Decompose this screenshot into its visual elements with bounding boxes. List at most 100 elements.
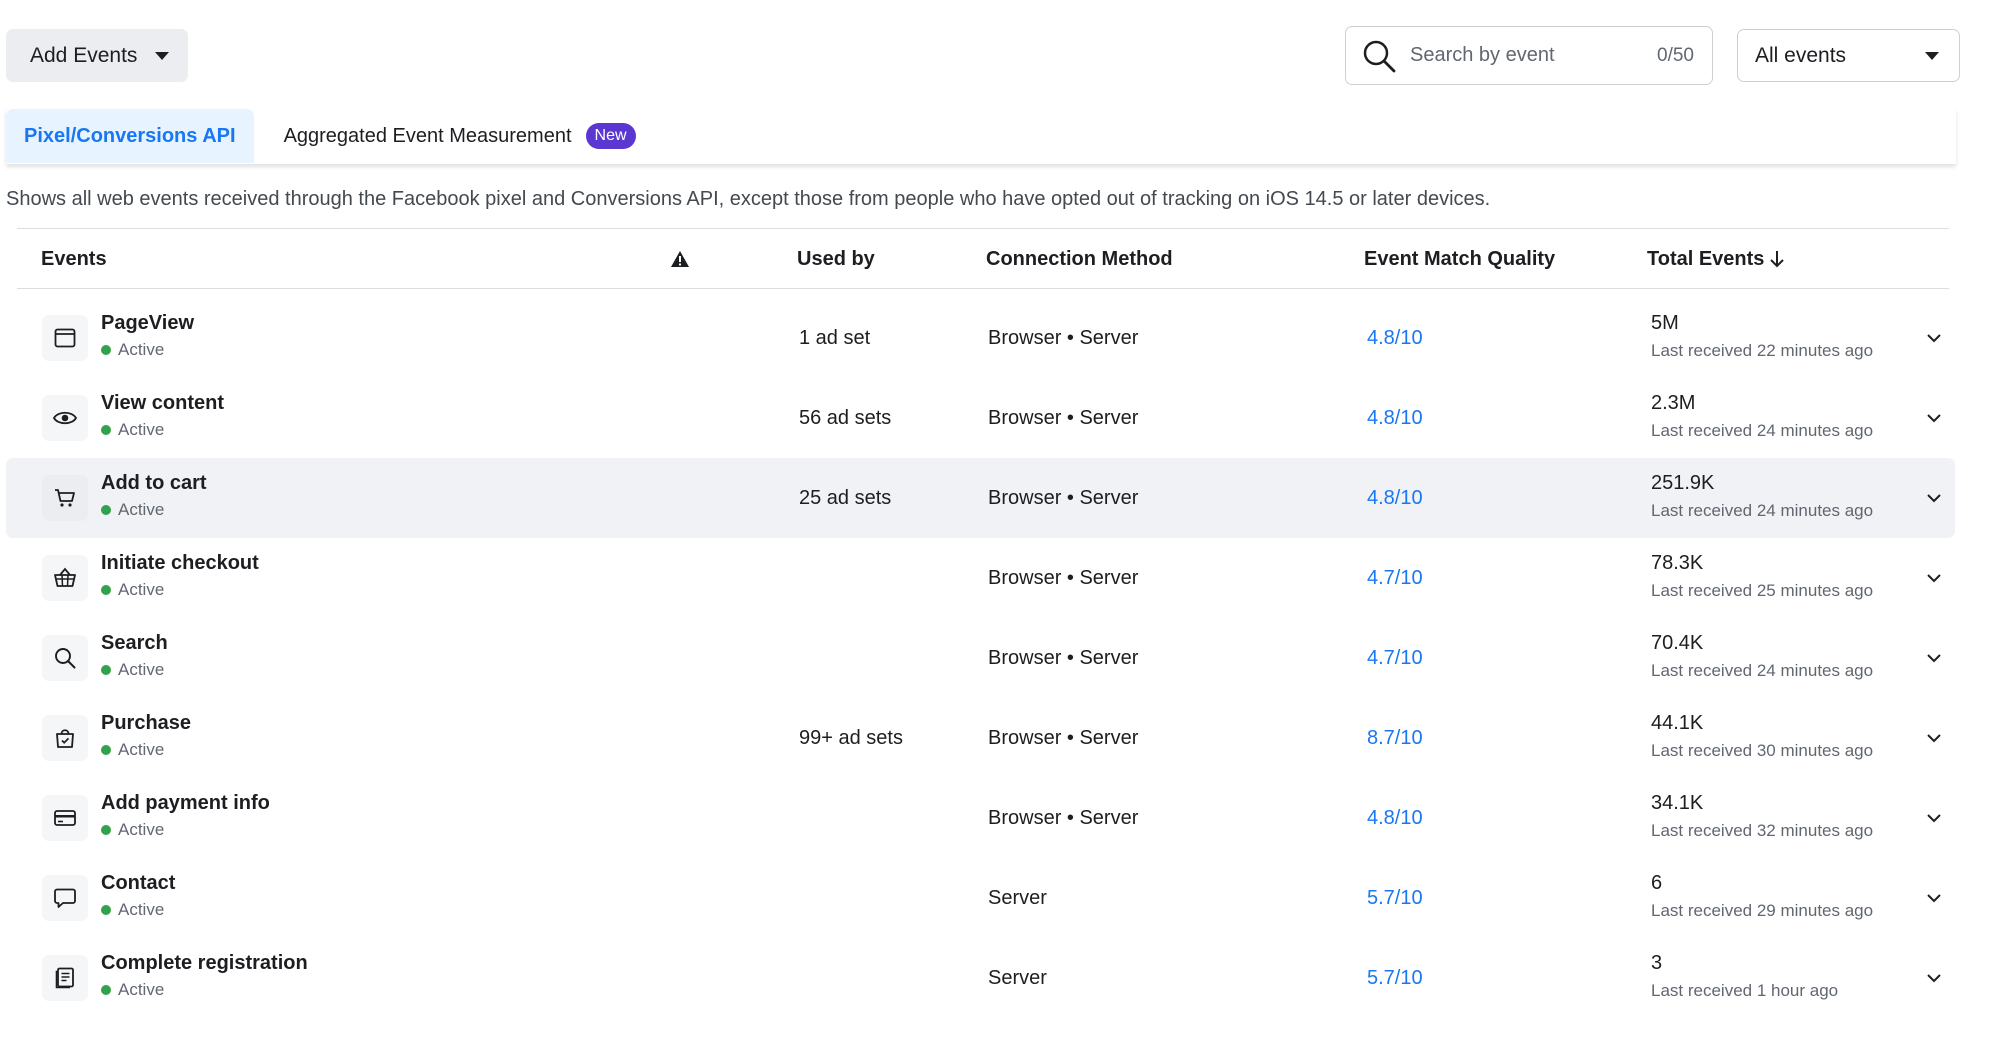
credit-card-icon (42, 795, 88, 841)
event-match-quality-link[interactable]: 4.8/10 (1367, 378, 1423, 458)
status-text: Active (118, 980, 165, 999)
status-badge: Active (101, 740, 164, 760)
event-name[interactable]: View content (101, 392, 224, 415)
last-received: Last received 22 minutes ago (1651, 341, 1874, 360)
status-dot-icon (101, 985, 111, 995)
total-events: 78.3K (1651, 552, 1704, 574)
tab-aggregated-event-measurement[interactable]: Aggregated Event Measurement New (266, 109, 654, 163)
event-name[interactable]: PageView (101, 312, 194, 335)
add-events-button[interactable]: Add Events (6, 29, 188, 82)
event-name[interactable]: Add payment info (101, 792, 270, 815)
status-badge: Active (101, 980, 164, 1000)
table-body: PageView Active 1 ad set Browser • Serve… (6, 289, 1955, 1018)
status-text: Active (118, 900, 165, 919)
event-match-quality-link[interactable]: 8.7/10 (1367, 698, 1423, 778)
chevron-down-icon[interactable] (1924, 808, 1944, 828)
status-text: Active (118, 340, 165, 359)
status-badge: Active (101, 340, 164, 360)
chevron-down-icon[interactable] (1924, 728, 1944, 748)
event-match-quality-link[interactable]: 4.7/10 (1367, 538, 1423, 618)
status-badge: Active (101, 900, 164, 920)
chevron-down-icon[interactable] (1924, 568, 1944, 588)
chevron-down-icon[interactable] (1924, 648, 1944, 668)
table-row[interactable]: Contact Active Server 5.7/10 6 Last rece… (17, 858, 1949, 938)
search-box[interactable]: 0/50 (1345, 26, 1713, 85)
status-badge: Active (101, 820, 164, 840)
events-filter-value: All events (1755, 43, 1847, 67)
used-by: 1 ad set (799, 326, 871, 349)
table-header: Events Used by Connection Method Event M… (17, 229, 1949, 289)
chevron-down-icon[interactable] (1924, 968, 1944, 988)
registration-form-icon (42, 955, 88, 1001)
events-filter-select[interactable]: All events (1737, 29, 1960, 82)
used-by: 56 ad sets (799, 406, 892, 429)
tab-pixel-conversions-api[interactable]: Pixel/Conversions API (6, 109, 254, 163)
event-match-quality-link[interactable]: 5.7/10 (1367, 858, 1423, 938)
status-text: Active (118, 740, 165, 759)
event-match-quality-link[interactable]: 4.8/10 (1367, 778, 1423, 858)
table-row[interactable]: Complete registration Active Server 5.7/… (17, 938, 1949, 1018)
event-name[interactable]: Search (101, 632, 168, 655)
chevron-down-icon[interactable] (1924, 888, 1944, 908)
status-text: Active (118, 820, 165, 839)
caret-down-icon (1925, 51, 1939, 60)
table-row[interactable]: PageView Active 1 ad set Browser • Serve… (17, 298, 1949, 378)
search-input[interactable] (1410, 44, 1640, 67)
used-by: 99+ ad sets (799, 726, 903, 749)
status-text: Active (118, 660, 165, 679)
event-match-quality-link[interactable]: 5.7/10 (1367, 938, 1423, 1018)
warning-icon[interactable] (670, 229, 690, 289)
used-by: 25 ad sets (799, 486, 892, 509)
header-connection-method[interactable]: Connection Method (986, 229, 1173, 289)
connection-method: Browser • Server (988, 806, 1139, 829)
status-badge: Active (101, 580, 164, 600)
total-events: 3 (1651, 952, 1663, 974)
eye-icon (42, 395, 88, 441)
event-match-quality-link[interactable]: 4.8/10 (1367, 298, 1423, 378)
total-events: 2.3M (1651, 392, 1696, 414)
total-events: 5M (1651, 312, 1679, 334)
page-description: Shows all web events received through th… (6, 188, 1491, 210)
status-badge: Active (101, 500, 164, 520)
status-dot-icon (101, 345, 111, 355)
caret-down-icon (155, 51, 170, 60)
status-dot-icon (101, 745, 111, 755)
last-received: Last received 32 minutes ago (1651, 821, 1874, 840)
table-row[interactable]: Add to cart Active 25 ad sets Browser • … (6, 458, 1955, 538)
header-events[interactable]: Events (41, 229, 107, 289)
event-match-quality-link[interactable]: 4.7/10 (1367, 618, 1423, 698)
last-received: Last received 25 minutes ago (1651, 581, 1874, 600)
header-used-by[interactable]: Used by (797, 229, 875, 289)
events-table: Events Used by Connection Method Event M… (6, 228, 1955, 1018)
header-total-events[interactable]: Total Events (1647, 229, 1785, 289)
search-counter: 0/50 (1657, 44, 1694, 66)
event-name[interactable]: Add to cart (101, 472, 207, 495)
chevron-down-icon[interactable] (1924, 408, 1944, 428)
connection-method: Browser • Server (988, 406, 1139, 429)
last-received: Last received 24 minutes ago (1651, 501, 1874, 520)
status-text: Active (118, 500, 165, 519)
event-name[interactable]: Contact (101, 872, 175, 895)
header-event-match-quality[interactable]: Event Match Quality (1364, 229, 1555, 289)
table-row[interactable]: Search Active Browser • Server 4.7/10 70… (17, 618, 1949, 698)
chevron-down-icon[interactable] (1924, 488, 1944, 508)
connection-method: Browser • Server (988, 326, 1139, 349)
tab-label: Aggregated Event Measurement (283, 124, 572, 147)
table-row[interactable]: View content Active 56 ad sets Browser •… (17, 378, 1949, 458)
cart-icon (42, 475, 88, 521)
event-name[interactable]: Initiate checkout (101, 552, 259, 575)
event-name[interactable]: Complete registration (101, 952, 308, 975)
chevron-down-icon[interactable] (1924, 328, 1944, 348)
connection-method: Browser • Server (988, 646, 1139, 669)
browser-window-icon (42, 315, 88, 361)
status-dot-icon (101, 825, 111, 835)
table-row[interactable]: Add payment info Active Browser • Server… (17, 778, 1949, 858)
last-received: Last received 24 minutes ago (1651, 661, 1874, 680)
total-events: 251.9K (1651, 472, 1715, 494)
event-match-quality-link[interactable]: 4.8/10 (1367, 458, 1423, 538)
total-events: 6 (1651, 872, 1663, 894)
status-dot-icon (101, 665, 111, 675)
table-row[interactable]: Initiate checkout Active Browser • Serve… (17, 538, 1949, 618)
event-name[interactable]: Purchase (101, 712, 191, 735)
table-row[interactable]: Purchase Active 99+ ad sets Browser • Se… (17, 698, 1949, 778)
